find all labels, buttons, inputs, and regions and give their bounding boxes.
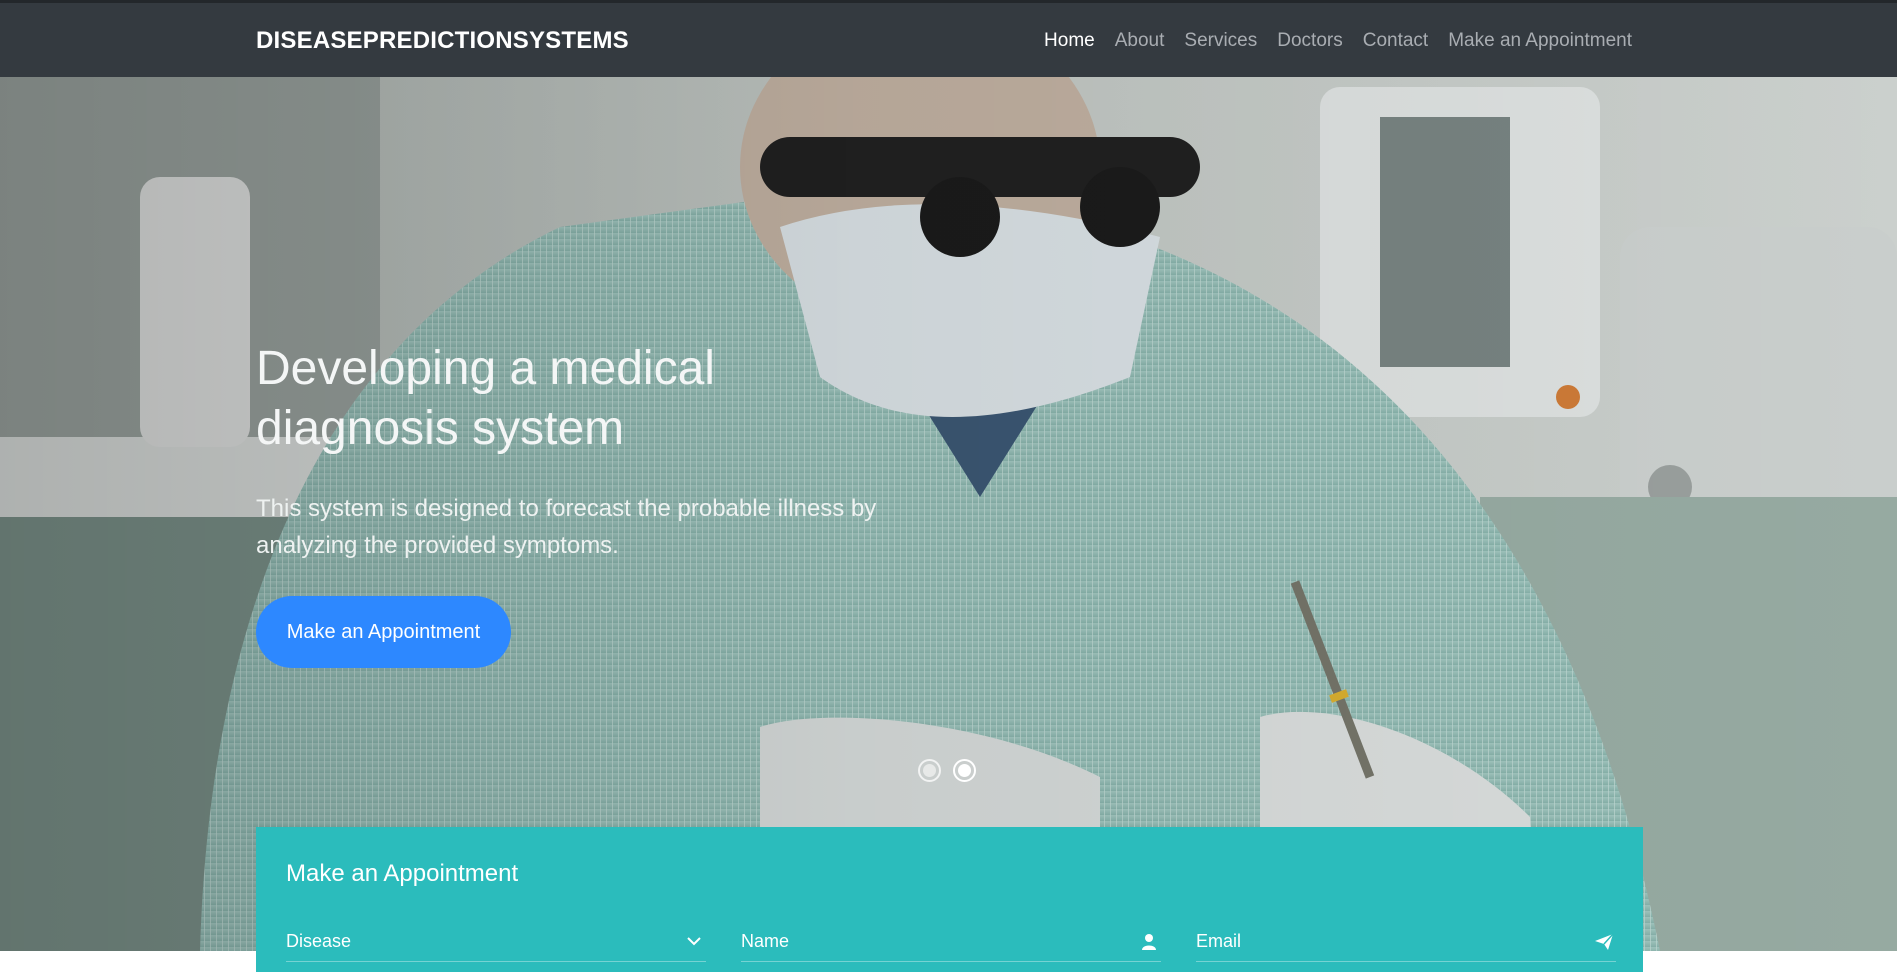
disease-select-label: Disease <box>286 931 352 951</box>
nav-about[interactable]: About <box>1115 30 1165 52</box>
brand-logo[interactable]: DISEASEPREDICTIONSYSTEMS <box>256 27 629 55</box>
email-input-placeholder: Email <box>1196 931 1242 951</box>
nav-doctors[interactable]: Doctors <box>1277 30 1342 52</box>
chevron-down-icon <box>682 930 706 954</box>
nav-contact[interactable]: Contact <box>1363 30 1428 52</box>
disease-select[interactable]: Disease <box>286 922 706 962</box>
email-input[interactable]: Email <box>1196 922 1616 962</box>
appointment-form-title: Make an Appointment <box>286 860 519 887</box>
nav-make-appointment[interactable]: Make an Appointment <box>1448 30 1632 52</box>
nav-services[interactable]: Services <box>1184 30 1257 52</box>
nav-home[interactable]: Home <box>1044 30 1095 52</box>
name-input-placeholder: Name <box>741 931 790 951</box>
name-input[interactable]: Name <box>741 922 1161 962</box>
hero-description: This system is designed to forecast the … <box>256 495 877 559</box>
hero-title: Developing a medical diagnosis system <box>256 342 715 455</box>
paper-plane-icon <box>1592 930 1616 954</box>
slider-dot-2[interactable] <box>953 759 976 782</box>
user-icon <box>1137 930 1161 954</box>
main-nav: Home About Services Doctors Contact Make… <box>1024 30 1632 52</box>
hero-slider: Developing a medical diagnosis system Th… <box>0 77 1897 951</box>
slider-dots <box>918 759 976 782</box>
appointment-form: Make an Appointment Disease Name Email <box>256 827 1643 972</box>
navbar: DISEASEPREDICTIONSYSTEMS Home About Serv… <box>0 0 1897 77</box>
slider-dot-1[interactable] <box>918 759 941 782</box>
hero-appointment-button[interactable]: Make an Appointment <box>256 596 511 668</box>
